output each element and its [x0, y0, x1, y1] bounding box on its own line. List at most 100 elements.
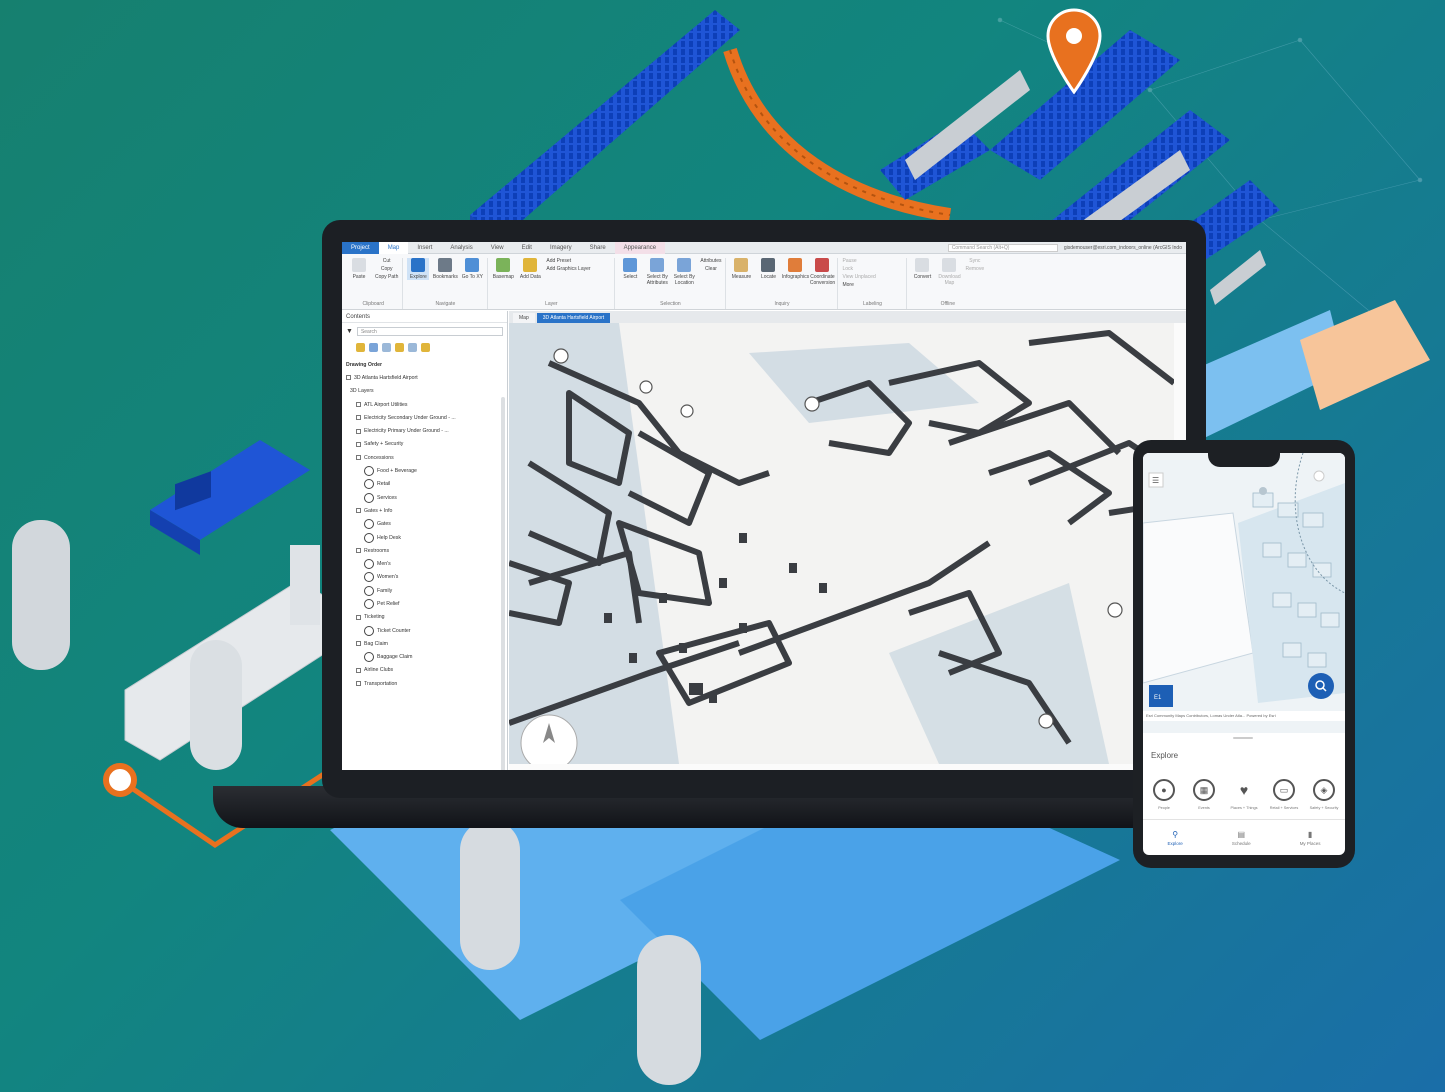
layer-item[interactable]: Airline Clubs [346, 664, 503, 677]
convert-button[interactable]: Convert [911, 258, 933, 286]
map-view[interactable]: Map 3D Atlanta Hartsfield Airport [509, 311, 1186, 770]
layer-checkbox[interactable] [356, 508, 361, 514]
tab-map-view[interactable]: Map [513, 313, 535, 323]
explore-button[interactable]: Explore [407, 258, 430, 280]
tab-map[interactable]: Map [378, 242, 409, 254]
tab-insert[interactable]: Insert [408, 242, 441, 254]
nav-my-places[interactable]: ▮ My Places [1300, 830, 1321, 846]
coordinate-conversion-button[interactable]: Coordinate Conversion [810, 258, 835, 286]
layer-item[interactable]: Family [346, 584, 503, 597]
layer-item[interactable]: Help Desk [346, 531, 503, 544]
layer-item[interactable]: Gates + Info [346, 504, 503, 517]
add-preset-button[interactable]: Add Preset [546, 258, 610, 264]
infographics-button[interactable]: Infographics [782, 258, 809, 286]
user-account[interactable]: gisdemouser@esri.com_indoors_online (Arc… [1064, 245, 1182, 251]
copy-path-button[interactable]: Copy Path [375, 274, 398, 280]
tab-3d-scene[interactable]: 3D Atlanta Hartsfield Airport [536, 313, 611, 323]
layer-item[interactable]: Bag Claim [346, 637, 503, 650]
pause-button[interactable]: Pause [842, 258, 902, 264]
list-by-selection-icon[interactable] [382, 342, 391, 352]
attributes-button[interactable]: Attributes [700, 258, 721, 264]
tab-view[interactable]: View [482, 242, 513, 254]
add-graphics-layer-button[interactable]: Add Graphics Layer [546, 266, 610, 272]
view-unplaced-button[interactable]: View Unplaced [842, 274, 902, 280]
tab-imagery[interactable]: Imagery [541, 242, 581, 254]
select-by-location-button[interactable]: Select By Location [673, 258, 695, 286]
list-by-drawing-order-icon[interactable] [356, 342, 365, 352]
list-by-editing-icon[interactable] [395, 342, 404, 352]
tab-share[interactable]: Share [581, 242, 615, 254]
category-retail-services[interactable]: ▭ Retail + Services [1269, 779, 1299, 811]
layer-item[interactable]: Food + Beverage [346, 464, 503, 477]
list-by-labeling-icon[interactable] [421, 342, 430, 352]
select-button[interactable]: Select [619, 258, 641, 286]
tab-project[interactable]: Project [342, 242, 379, 254]
layer-item[interactable]: 3D Layers [346, 385, 503, 398]
layer-item[interactable]: Concessions [346, 451, 503, 464]
list-by-snapping-icon[interactable] [408, 342, 417, 352]
filter-icon[interactable]: ▼ [346, 328, 353, 335]
cut-button[interactable]: Cut [375, 258, 398, 264]
layer-checkbox[interactable] [356, 441, 361, 447]
layer-checkbox[interactable] [356, 428, 361, 434]
contents-scrollbar[interactable] [501, 397, 505, 770]
download-map-button[interactable]: Download Map [938, 258, 961, 286]
layer-checkbox[interactable] [356, 681, 361, 687]
layer-checkbox[interactable] [356, 402, 361, 408]
layer-item[interactable]: Women's [346, 571, 503, 584]
layer-item[interactable]: Ticket Counter [346, 624, 503, 637]
command-search-input[interactable]: Command Search (Alt+Q) [947, 243, 1058, 252]
layer-checkbox[interactable] [356, 614, 361, 620]
layer-checkbox[interactable] [356, 455, 361, 461]
layer-checkbox[interactable] [356, 667, 361, 673]
tab-edit[interactable]: Edit [513, 242, 541, 254]
layer-checkbox[interactable] [356, 415, 361, 421]
layer-item[interactable]: Restrooms [346, 544, 503, 557]
measure-button[interactable]: Measure [730, 258, 752, 286]
sheet-handle[interactable] [1233, 737, 1253, 739]
layer-item[interactable]: Baggage Claim [346, 651, 503, 664]
layer-item[interactable]: Ticketing [346, 611, 503, 624]
layer-item[interactable]: Electricity Primary Under Ground - ... [346, 424, 503, 437]
layer-checkbox[interactable] [356, 641, 361, 647]
tab-appearance[interactable]: Appearance [614, 242, 666, 254]
layer-item[interactable]: Electricity Secondary Under Ground - ... [346, 411, 503, 424]
layer-item[interactable]: 3D Atlanta Hartsfield Airport [346, 371, 503, 384]
layer-item[interactable]: Safety + Security [346, 438, 503, 451]
layer-item[interactable]: Transportation [346, 677, 503, 690]
list-by-source-icon[interactable] [369, 342, 378, 352]
tab-analysis[interactable]: Analysis [441, 242, 481, 254]
more-button[interactable]: More [842, 282, 902, 288]
sync-button[interactable]: Sync [965, 258, 984, 264]
indoor-floor-map[interactable]: ☰ E1 [1143, 453, 1345, 733]
nav-explore[interactable]: ⚲ Explore [1168, 830, 1183, 846]
nav-schedule[interactable]: ▤ Schedule [1232, 830, 1251, 846]
locate-button[interactable]: Locate [757, 258, 779, 286]
basemap-button[interactable]: Basemap [492, 258, 514, 280]
category-places-things[interactable]: ♥ Places + Things [1229, 779, 1259, 811]
indoor-3d-scene[interactable] [509, 323, 1174, 764]
category-people[interactable]: ● People [1149, 779, 1179, 811]
floor-button[interactable]: E1 [1154, 695, 1162, 701]
add-data-button[interactable]: Add Data [519, 258, 541, 280]
layer-item[interactable]: ATL Airport Utilities [346, 398, 503, 411]
layer-item[interactable]: Pet Relief [346, 597, 503, 610]
select-by-attributes-button[interactable]: Select By Attributes [646, 258, 668, 286]
paste-button[interactable]: Paste [348, 258, 370, 280]
location-pin-icon: ⚲ [1172, 829, 1179, 839]
layer-item[interactable]: Men's [346, 557, 503, 570]
clear-button[interactable]: Clear [700, 266, 721, 272]
lock-button[interactable]: Lock [842, 266, 902, 272]
go-to-xy-button[interactable]: Go To XY [461, 258, 483, 280]
layer-item[interactable]: Retail [346, 478, 503, 491]
category-safety-security[interactable]: ◈ Safety + Security [1309, 779, 1339, 811]
bookmarks-button[interactable]: Bookmarks [433, 258, 458, 280]
category-events[interactable]: ▦ Events [1189, 779, 1219, 811]
contents-search-input[interactable]: Search [356, 327, 503, 336]
layer-item[interactable]: Services [346, 491, 503, 504]
layer-item[interactable]: Gates [346, 518, 503, 531]
layer-checkbox[interactable] [346, 375, 351, 381]
remove-button[interactable]: Remove [965, 266, 984, 272]
copy-button[interactable]: Copy [375, 266, 398, 272]
layer-checkbox[interactable] [356, 548, 361, 554]
